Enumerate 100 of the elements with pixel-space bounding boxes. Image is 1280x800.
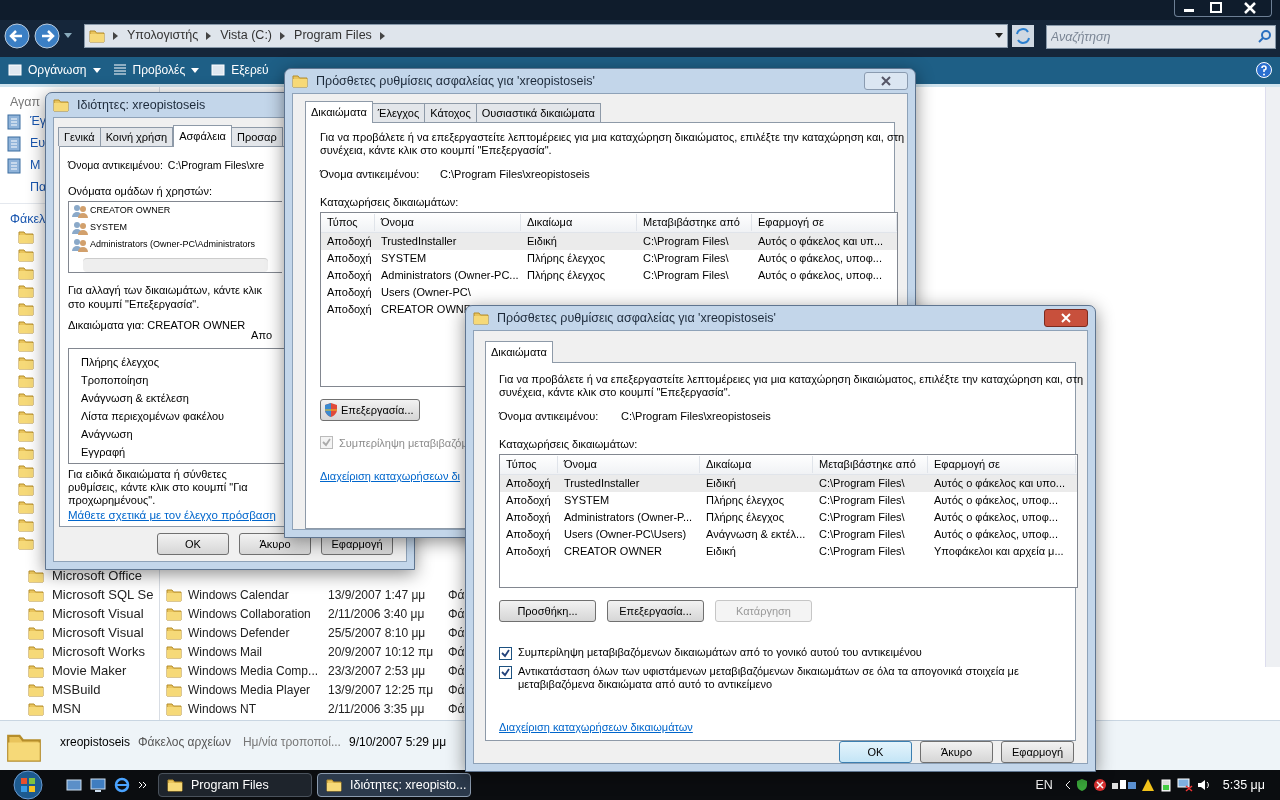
address-bar[interactable]: Υπολογιστής Vista (C:) Program Files [84, 23, 1008, 48]
tab[interactable]: Γενικά [58, 127, 101, 146]
column-header[interactable]: Εφαρμογή σε [928, 456, 1076, 473]
desktop-icon[interactable] [66, 777, 82, 793]
nav-link[interactable]: Ευ [30, 134, 46, 154]
button[interactable]: Άκυρο [239, 533, 311, 555]
button[interactable]: Προσθήκη... [499, 600, 596, 622]
tab[interactable]: Δικαιώματα [485, 341, 553, 363]
network-icon[interactable] [1110, 778, 1137, 792]
button[interactable]: Επεξεργασία... [607, 600, 704, 622]
column-header[interactable]: Όνομα [375, 214, 521, 231]
computer-icon[interactable] [1176, 778, 1193, 792]
checkbox[interactable] [499, 666, 512, 679]
error-icon[interactable] [1092, 778, 1107, 792]
speaker-icon[interactable] [1196, 778, 1211, 792]
tab[interactable]: Έλεγχος [371, 103, 426, 122]
taskbar-button[interactable]: Ιδιότητες: xreopisto... [317, 773, 471, 797]
field-value: C:\Program Files\xreopistoseis [440, 167, 590, 182]
help-icon[interactable] [1256, 62, 1272, 79]
details-name: xreopistoseis [60, 734, 131, 752]
nav-link[interactable]: Πα [30, 178, 47, 198]
monitor-icon[interactable] [90, 777, 106, 793]
nav-link[interactable]: Έγ [30, 112, 47, 132]
search-field[interactable]: Αναζήτηση [1045, 24, 1276, 49]
tree-item[interactable]: Microsoft Works [52, 641, 145, 662]
column-header[interactable]: Τύπος [321, 214, 375, 231]
dropdown-arrow-icon[interactable] [64, 32, 72, 39]
tree-item[interactable]: Microsoft Office [52, 565, 143, 586]
warning-icon[interactable] [1140, 778, 1155, 792]
table-cell-text: Αποδοχή [326, 234, 373, 250]
file-type: Φά [448, 662, 465, 680]
tree-item[interactable]: Movie Maker [52, 660, 127, 681]
list-item[interactable]: SYSTEM [90, 220, 127, 235]
window-title: Πρόσθετες ρυθμίσεις ασφαλείας για 'xreopistoseis' [497, 309, 776, 327]
tree-item[interactable]: Microsoft Visual [52, 622, 144, 643]
table-row[interactable]: Αποδοχή TrustedInstaller Ειδική C:\Program Files\ Αυτός ο φάκελος και υπ... [321, 233, 897, 250]
column-header[interactable]: Μεταβιβάστηκε από [813, 456, 928, 473]
field-label: Όνομα αντικειμένου: [320, 167, 421, 182]
battery-icon[interactable] [1158, 778, 1173, 792]
breadcrumb[interactable]: Vista (C:) [220, 26, 273, 46]
button[interactable]: Άκυρο [920, 741, 993, 763]
breadcrumb[interactable]: Υπολογιστής [127, 26, 199, 46]
button[interactable]: Εφαρμογή [1001, 741, 1074, 763]
file-name[interactable]: Windows NT [188, 699, 256, 718]
tab[interactable]: Προσαρ [230, 127, 283, 146]
tree-item[interactable]: Microsoft Visual [52, 603, 144, 624]
list-item[interactable]: Administrators (Owner-PC\Administrators [90, 237, 256, 252]
file-name[interactable]: Windows Defender [188, 623, 290, 642]
tree-item[interactable]: MSBuild [52, 679, 101, 700]
tree-item[interactable]: Microsoft SQL Se [52, 584, 154, 605]
button[interactable]: OK [157, 533, 229, 555]
tab[interactable]: Ασφάλεια [173, 125, 232, 147]
language-indicator[interactable]: EN [1035, 775, 1053, 795]
chevron-icon [113, 31, 119, 40]
column-header[interactable]: Εφαρμογή σε [752, 214, 897, 231]
checkbox[interactable] [499, 647, 512, 660]
link[interactable]: Διαχείριση καταχωρήσεων δικαιωμάτων [499, 719, 693, 736]
table-cell-text: C:\Program Files\ [642, 268, 730, 284]
forward-icon[interactable] [34, 22, 60, 49]
column-header[interactable]: Δικαίωμα [521, 214, 637, 231]
dropdown-arrow-icon[interactable] [994, 32, 1003, 39]
table-cell-text: Αποδοχή [505, 476, 552, 492]
column-header[interactable]: Δικαίωμα [700, 456, 813, 473]
tab[interactable]: Δικαιώματα [305, 101, 373, 123]
search-icon[interactable] [1258, 28, 1272, 43]
column-header[interactable]: Τύπος [500, 456, 558, 473]
refresh-icon[interactable] [1011, 24, 1034, 47]
chevron-icon[interactable] [1064, 780, 1071, 790]
tree-item[interactable]: MSN [52, 698, 81, 719]
file-name[interactable]: Windows Media Player [188, 680, 311, 699]
table-row[interactable]: Αποδοχή TrustedInstaller Ειδική C:\Program Files\ Αυτός ο φάκελος και υπο... [500, 475, 1077, 492]
taskbar-button[interactable]: Program Files [158, 773, 312, 797]
list-item[interactable]: CREATOR OWNER [90, 203, 171, 218]
file-name[interactable]: Windows Media Comp... [188, 661, 319, 680]
file-date: 2/11/2006 3:40 μμ [328, 605, 426, 623]
tab[interactable]: Ουσιαστικά δικαιώματα [475, 103, 601, 122]
nav-link[interactable]: Μ [30, 156, 41, 176]
close-button[interactable] [1044, 309, 1088, 327]
toolbar-button[interactable]: Προβολές [112, 61, 200, 80]
tab[interactable]: Κοινή χρήση [99, 127, 174, 146]
close-button[interactable] [864, 72, 908, 90]
chevron-icon[interactable] [138, 780, 148, 790]
button[interactable]: Επεξεργασία... [320, 399, 420, 421]
shield-icon[interactable] [1074, 778, 1089, 792]
button[interactable]: OK [839, 741, 912, 763]
breadcrumb[interactable]: Program Files [294, 26, 372, 46]
toolbar-button[interactable]: Οργάνωση [8, 61, 101, 80]
table-cell-text: Αποδοχή [505, 493, 552, 509]
browser-icon[interactable] [114, 777, 130, 793]
tab[interactable]: Κάτοχος [424, 103, 477, 122]
column-header[interactable]: Μεταβιβάστηκε από [637, 214, 752, 231]
file-name[interactable]: Windows Calendar [188, 585, 289, 604]
clock[interactable]: 5:35 μμ [1222, 775, 1265, 795]
file-name[interactable]: Windows Collaboration [188, 604, 311, 623]
file-name[interactable]: Windows Mail [188, 642, 262, 661]
pane-heading[interactable]: Φάκελ [10, 211, 46, 226]
toolbar-button[interactable]: Εξερεύ [211, 61, 269, 80]
column-header[interactable]: Όνομα [558, 456, 700, 473]
link[interactable]: Διαχείριση καταχωρήσεων δι [320, 467, 461, 484]
back-icon[interactable] [4, 22, 30, 49]
